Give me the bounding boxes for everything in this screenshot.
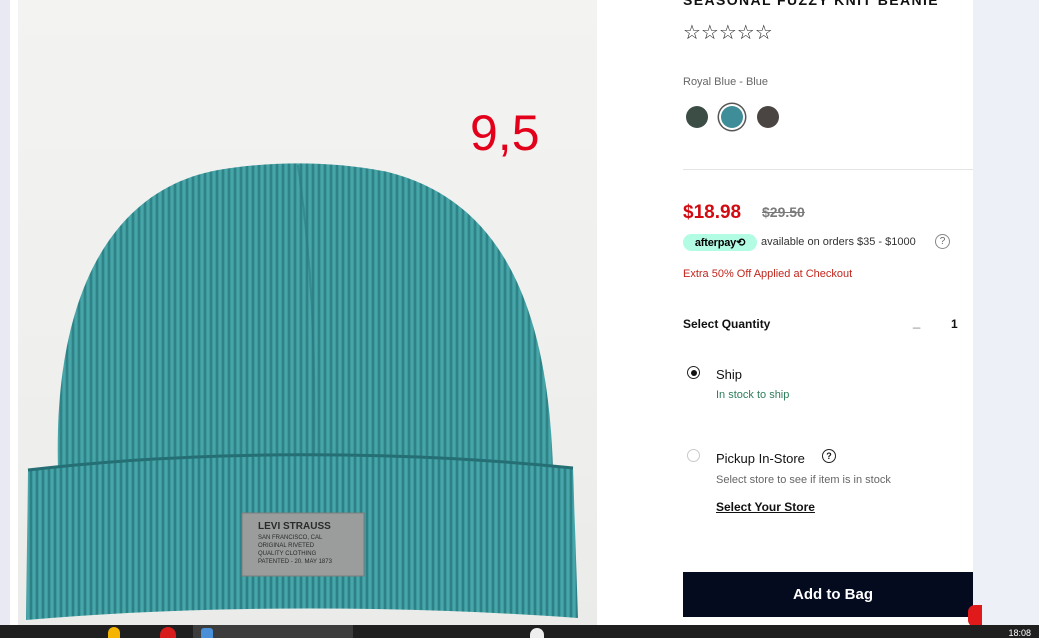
sale-price: $18.98 [683,202,742,223]
select-store-link[interactable]: Select Your Store [716,500,815,514]
promo-text: Extra 50% Off Applied at Checkout [683,268,853,280]
color-swatch-royal-blue[interactable] [721,106,743,128]
color-swatch-dark-green[interactable] [686,106,708,128]
quantity-label: Select Quantity [683,317,771,331]
right-gutter [973,0,1039,625]
beanie-illustration: LEVI STRAUSS SAN FRANCISCO, CAL ORIGINAL… [26,163,578,620]
patch-text-line: LEVI STRAUSS [258,521,331,532]
taskbar-active-window[interactable] [193,625,353,638]
patch-text-line: QUALITY CLOTHING [258,551,317,557]
ship-status: In stock to ship [716,389,790,401]
question-icon[interactable]: ? [935,234,950,249]
patch-text-line: ORIGINAL RIVETED [258,543,315,549]
chat-widget-button[interactable] [968,605,982,627]
color-swatch-charcoal[interactable] [757,106,779,128]
original-price: $29.50 [762,204,805,220]
ship-radio[interactable] [687,366,700,379]
taskbar: 18:08 [0,625,1039,638]
product-title: SEASONAL FUZZY KNIT BEANIE [683,0,940,8]
taskbar-clock: 18:08 [1008,628,1031,638]
taskbar-app-icon[interactable] [160,627,176,638]
taskbar-app-icon[interactable] [108,627,120,638]
annotation-text: 9,5 [470,105,540,161]
beanie-crown [57,163,554,471]
quantity-value[interactable]: 1 [951,317,958,331]
taskbar-app-icon[interactable] [530,628,544,638]
ship-label[interactable]: Ship [716,367,742,382]
pickup-status: Select store to see if item is in stock [716,474,891,486]
rating-stars[interactable]: ☆☆☆☆☆ [683,20,773,45]
patch-text-line: SAN FRANCISCO, CAL [258,535,323,541]
info-icon[interactable]: ? [822,449,836,463]
section-divider [683,169,973,170]
afterpay-badge[interactable]: afterpay⟲ [683,234,757,251]
add-to-bag-button[interactable]: Add to Bag [683,572,973,617]
pickup-label[interactable]: Pickup In-Store [716,451,805,466]
afterpay-text: available on orders $35 - $1000 [761,236,916,248]
selected-color-label: Royal Blue - Blue [683,76,768,88]
quantity-decrement-button[interactable]: _ [913,314,920,329]
pickup-radio[interactable] [687,449,700,462]
patch-text-line: PATENTED - 20. MAY 1873 [258,559,333,565]
product-image[interactable]: LEVI STRAUSS SAN FRANCISCO, CAL ORIGINAL… [18,0,597,625]
product-page: LEVI STRAUSS SAN FRANCISCO, CAL ORIGINAL… [10,0,973,625]
